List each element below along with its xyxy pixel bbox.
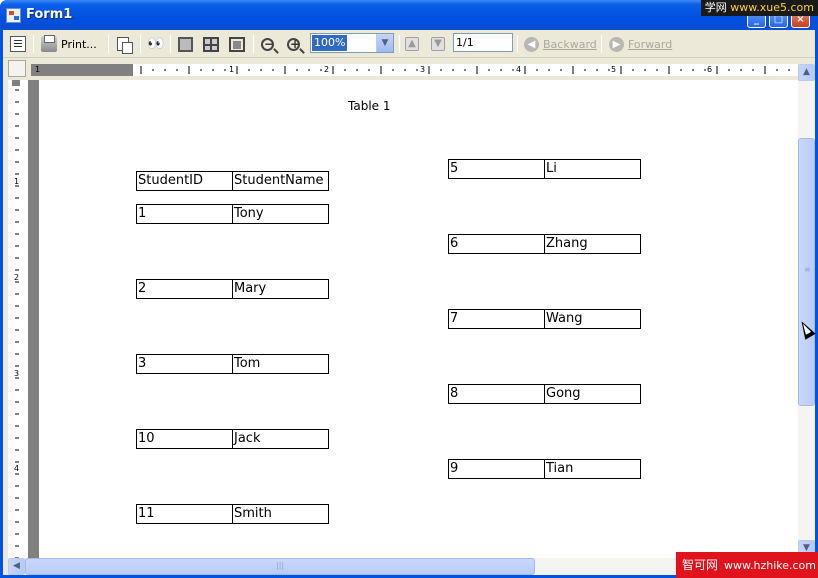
cell-name: Jack xyxy=(232,429,329,449)
window-frame: Form1 _ □ × 学网 www.xue5.com Print... 👀 −… xyxy=(0,0,818,578)
zoom-out-button[interactable]: − xyxy=(261,34,274,54)
ruler-number: 6 xyxy=(707,65,713,74)
cell-id: 2 xyxy=(136,279,233,299)
forward-label: Forward xyxy=(628,37,673,51)
page-setup-button[interactable] xyxy=(229,34,245,54)
cell-name: Tony xyxy=(232,204,329,224)
zoom-in-button[interactable]: + xyxy=(287,34,300,54)
single-page-button[interactable] xyxy=(178,34,193,54)
ruler-number: 5 xyxy=(611,65,617,74)
ruler-number: 2 xyxy=(324,65,330,74)
ruler-number: 4 xyxy=(516,65,522,74)
forward-arrow-icon: ▶ xyxy=(609,36,624,52)
page-viewport[interactable]: Table 1 StudentID StudentName 1 Tony 2 M… xyxy=(28,80,798,558)
copy-icon xyxy=(117,37,133,54)
vertical-ruler: 1 2 3 4 xyxy=(8,80,28,560)
watermark-domain: www.hzhike.com xyxy=(724,559,817,572)
backward-label: Backward xyxy=(543,37,597,51)
find-button[interactable]: 👀 xyxy=(147,34,165,54)
watermark-top: 学网 www.xue5.com xyxy=(700,0,818,16)
app-icon[interactable] xyxy=(6,8,21,23)
chevron-down-icon[interactable]: ▼ xyxy=(376,34,393,52)
zoom-in-icon: + xyxy=(287,37,300,51)
watermark-domain: www.xue5.com xyxy=(730,1,814,14)
ruler-number: 2 xyxy=(14,273,20,282)
cell-id: 5 xyxy=(448,159,545,179)
previous-page-button[interactable]: ▲ xyxy=(405,34,419,54)
horizontal-ruler-ticks xyxy=(140,66,790,74)
toggle-tree-button[interactable] xyxy=(10,34,26,54)
vertical-ruler-ticks xyxy=(15,89,19,559)
client-area: Print... 👀 − + 100% ▼ ▲ ▼ 1/1 ◀ Backward… xyxy=(3,30,815,575)
toolbar-separator xyxy=(253,35,254,53)
cell-name: Li xyxy=(544,159,641,179)
print-button[interactable]: Print... xyxy=(41,34,97,54)
ruler-number: 3 xyxy=(420,65,426,74)
watermark-bottom: 智可网 www.hzhike.com xyxy=(676,552,818,578)
cell-name: Gong xyxy=(544,384,641,404)
watermark-brand: 学网 xyxy=(704,1,727,14)
zoom-out-icon: − xyxy=(261,37,274,51)
cell-id: 1 xyxy=(136,204,233,224)
cell-id: 3 xyxy=(136,354,233,374)
printer-icon xyxy=(41,35,57,52)
ruler-number: 1 xyxy=(14,177,20,186)
zoom-value: 100% xyxy=(312,35,348,51)
toolbar-separator xyxy=(170,35,171,53)
title-bar[interactable]: Form1 _ □ × 学网 www.xue5.com xyxy=(0,0,818,30)
report-page: Table 1 StudentID StudentName 1 Tony 2 M… xyxy=(39,80,798,558)
scroll-left-button[interactable]: ◀ xyxy=(8,558,25,575)
horizontal-ruler: 1 1 2 3 4 5 6 xyxy=(31,64,799,76)
report-title: Table 1 xyxy=(348,99,391,113)
arrow-up-icon: ▲ xyxy=(405,37,419,51)
single-page-icon xyxy=(178,36,193,52)
ruler-number: 1 xyxy=(229,65,235,74)
header-cell-id: StudentID xyxy=(136,171,233,191)
vertical-scroll-thumb[interactable]: ≡ xyxy=(798,138,815,406)
next-page-button[interactable]: ▼ xyxy=(431,34,445,54)
cell-name: Wang xyxy=(544,309,641,329)
scroll-up-button[interactable]: ▲ xyxy=(798,64,815,81)
cell-id: 10 xyxy=(136,429,233,449)
ruler-number: 3 xyxy=(14,369,20,378)
toolbar-separator xyxy=(399,35,400,53)
forward-button[interactable]: ▶ Forward xyxy=(609,34,672,54)
watermark-brand: 智可网 xyxy=(682,558,719,572)
toolbar-separator xyxy=(140,35,141,53)
toolbar-separator xyxy=(517,35,518,53)
cell-id: 8 xyxy=(448,384,545,404)
print-preview-toolbar: Print... 👀 − + 100% ▼ ▲ ▼ 1/1 ◀ Backward… xyxy=(3,30,815,58)
header-cell-name: StudentName xyxy=(232,171,329,191)
cell-name: Tom xyxy=(232,354,329,374)
ruler-corner-button[interactable] xyxy=(8,60,26,77)
cell-name: Zhang xyxy=(544,234,641,254)
backward-button[interactable]: ◀ Backward xyxy=(524,34,597,54)
toolbar-separator xyxy=(33,35,34,53)
cell-name: Smith xyxy=(232,504,329,524)
list-icon xyxy=(10,36,26,52)
cell-id: 9 xyxy=(448,459,545,479)
toolbar-separator xyxy=(108,35,109,53)
binoculars-icon: 👀 xyxy=(147,36,165,52)
print-label: Print... xyxy=(61,37,97,51)
cell-name: Mary xyxy=(232,279,329,299)
cell-id: 6 xyxy=(448,234,545,254)
page-setup-icon xyxy=(229,36,245,52)
window-title: Form1 xyxy=(26,7,73,22)
cell-id: 11 xyxy=(136,504,233,524)
arrow-down-icon: ▼ xyxy=(431,37,445,51)
copy-button[interactable] xyxy=(117,34,133,54)
horizontal-scroll-thumb[interactable]: ||| xyxy=(25,558,535,575)
ruler-number: 1 xyxy=(35,65,41,74)
multi-page-icon xyxy=(203,36,219,52)
toolbar-separator xyxy=(601,35,602,53)
multi-page-button[interactable] xyxy=(203,34,219,54)
ruler-number: 4 xyxy=(14,464,20,473)
cell-id: 7 xyxy=(448,309,545,329)
back-arrow-icon: ◀ xyxy=(524,36,539,52)
vertical-scrollbar[interactable]: ▲ ≡ ▼ xyxy=(798,64,815,557)
page-number-input[interactable]: 1/1 xyxy=(453,33,513,52)
zoom-select[interactable]: 100% ▼ xyxy=(310,33,394,53)
cell-name: Tian xyxy=(544,459,641,479)
